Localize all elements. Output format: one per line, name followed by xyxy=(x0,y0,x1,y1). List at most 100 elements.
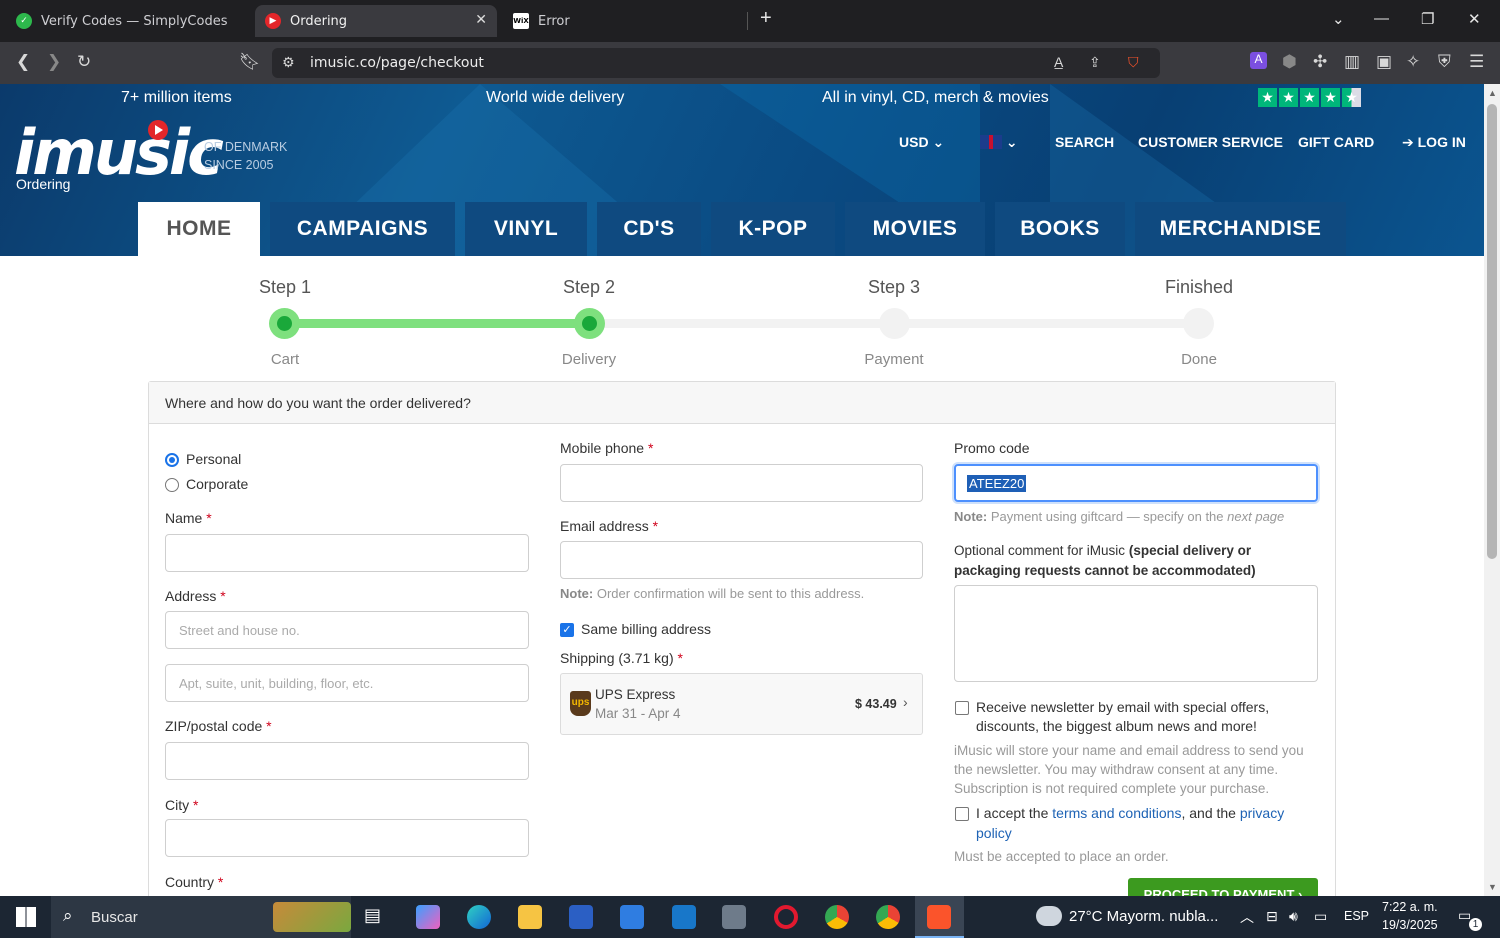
taskbar-search[interactable]: ⌕ Buscar xyxy=(51,896,351,938)
chevron-down-icon: ⌄ xyxy=(1005,134,1018,150)
back-icon[interactable]: ❮ xyxy=(16,52,30,72)
simplycodes-favicon-icon: ✓ xyxy=(16,13,32,29)
restore-icon[interactable]: ❐ xyxy=(1421,10,1434,28)
nav-tab-home[interactable]: HOME xyxy=(138,202,260,256)
personal-radio[interactable] xyxy=(165,453,179,467)
volume-icon[interactable]: 🔊︎ xyxy=(1289,908,1298,925)
currency-selector[interactable]: USD ⌄ xyxy=(899,134,944,151)
mobile-input[interactable] xyxy=(560,464,923,502)
word-icon[interactable] xyxy=(569,905,593,929)
login-link[interactable]: ➔ LOG IN xyxy=(1402,134,1466,151)
corporate-radio[interactable] xyxy=(165,478,179,492)
outlook-icon[interactable] xyxy=(672,905,696,929)
nav-tab-books[interactable]: BOOKS xyxy=(995,202,1125,256)
search-link[interactable]: SEARCH xyxy=(1055,134,1114,150)
tab-error[interactable]: WiX Error xyxy=(503,5,745,37)
clock-date[interactable]: 19/3/2025 xyxy=(1382,918,1438,932)
weather-text[interactable]: 27°C Mayorm. nubla... xyxy=(1069,908,1218,925)
network-icon[interactable]: ⊟ xyxy=(1266,908,1278,925)
wallet-icon[interactable]: ▣ xyxy=(1376,52,1392,72)
language-indicator[interactable]: ESP xyxy=(1344,909,1369,923)
terms-checkbox[interactable] xyxy=(955,807,969,821)
brave-taskbar-button[interactable] xyxy=(915,896,964,938)
task-view-icon[interactable]: ▤ xyxy=(364,905,388,929)
apt-input[interactable]: Apt, suite, unit, building, floor, etc. xyxy=(165,664,529,702)
scroll-up-icon[interactable]: ▲ xyxy=(1488,88,1497,98)
tab-search-chevron-icon[interactable]: ⌄ xyxy=(1332,10,1345,28)
forward-icon[interactable]: ❯ xyxy=(47,52,61,72)
corporate-label[interactable]: Corporate xyxy=(186,476,248,492)
language-selector[interactable]: ⌄ xyxy=(980,134,1018,151)
nav-tab-campaigns[interactable]: CAMPAIGNS xyxy=(270,202,455,256)
vpn-icon[interactable]: ⛨ xyxy=(1438,52,1451,72)
sidebar-icon[interactable]: ▥ xyxy=(1344,52,1360,72)
tab-simplycodes[interactable]: ✓ Verify Codes — SimplyCodes xyxy=(6,5,251,37)
close-tab-icon[interactable]: ✕ xyxy=(475,12,487,28)
extension-a-icon[interactable]: A xyxy=(1250,52,1267,69)
step-2-dot xyxy=(574,308,605,339)
tray-chevron-up-icon[interactable]: ︿ xyxy=(1240,907,1254,927)
extensions-puzzle-icon[interactable]: ✣ xyxy=(1313,52,1327,72)
same-billing-checkbox[interactable]: ✓ xyxy=(560,623,574,637)
step-3-label: Step 3 xyxy=(867,277,921,297)
terms-link[interactable]: terms and conditions xyxy=(1052,805,1181,821)
reload-icon[interactable]: ↻ xyxy=(77,52,91,72)
store-icon[interactable] xyxy=(620,905,644,929)
personal-label[interactable]: Personal xyxy=(186,451,241,467)
nav-tab-vinyl[interactable]: VINYL xyxy=(465,202,587,256)
nav-tab-movies[interactable]: MOVIES xyxy=(845,202,985,256)
url-text[interactable]: imusic.co/page/checkout xyxy=(310,55,484,71)
share-icon[interactable]: ⇪ xyxy=(1089,54,1101,71)
street-input[interactable]: Street and house no. xyxy=(165,611,529,649)
calculator-icon[interactable] xyxy=(722,905,746,929)
same-billing-label[interactable]: Same billing address xyxy=(581,621,711,637)
close-window-icon[interactable]: ✕ xyxy=(1468,10,1481,28)
extension-icon[interactable]: ⬢ xyxy=(1282,52,1297,72)
menu-icon[interactable]: ☰ xyxy=(1469,52,1484,72)
nav-tab-kpop[interactable]: K-POP xyxy=(711,202,835,256)
weather-icon[interactable] xyxy=(1036,906,1062,926)
zip-input[interactable] xyxy=(165,742,529,780)
email-input[interactable] xyxy=(560,541,923,579)
name-input[interactable] xyxy=(165,534,529,572)
copilot-icon[interactable] xyxy=(416,905,440,929)
windows-start-icon[interactable] xyxy=(16,907,36,927)
email-label-text: Email address xyxy=(560,518,649,534)
step-1-label: Step 1 xyxy=(258,277,312,297)
newsletter-checkbox[interactable] xyxy=(955,701,969,715)
bookmark-icon[interactable]: 🔖︎ xyxy=(239,52,261,72)
city-input[interactable] xyxy=(165,819,529,857)
search-highlight-image xyxy=(273,902,351,932)
file-explorer-icon[interactable] xyxy=(518,905,542,929)
privacy-link[interactable]: privacy xyxy=(1240,805,1284,821)
brave-shields-icon[interactable]: ⛉ xyxy=(1128,54,1139,71)
chrome-profile-2-icon[interactable] xyxy=(876,905,900,929)
new-tab-icon[interactable]: + xyxy=(760,7,772,30)
minimize-icon[interactable]: — xyxy=(1374,10,1389,27)
tab-ordering[interactable]: ▶ Ordering ✕ xyxy=(255,5,497,37)
leo-ai-icon[interactable]: ✧ xyxy=(1406,52,1420,72)
comment-textarea[interactable] xyxy=(954,585,1318,682)
privacy-link-cont[interactable]: policy xyxy=(976,825,1012,841)
star-icon: ★ xyxy=(1258,88,1277,107)
clock-time[interactable]: 7:22 a. m. xyxy=(1382,900,1438,914)
promo-note-italic: next page xyxy=(1227,509,1285,524)
chrome-profile-1-icon[interactable] xyxy=(825,905,849,929)
customer-service-link[interactable]: CUSTOMER SERVICE xyxy=(1138,134,1283,150)
scroll-down-icon[interactable]: ▼ xyxy=(1488,882,1497,892)
newsletter-label-2[interactable]: discounts, the biggest album news and mo… xyxy=(976,718,1257,734)
promo-code-input[interactable]: ATEEZ20 xyxy=(954,464,1318,502)
nav-tab-cds[interactable]: CD'S xyxy=(597,202,701,256)
page-scrollbar[interactable]: ▲ ▼ xyxy=(1484,84,1500,896)
opera-icon[interactable] xyxy=(774,905,798,929)
shipping-option-ups[interactable]: ups UPS Express Mar 31 - Apr 4 $ 43.49 › xyxy=(560,673,923,735)
scroll-thumb[interactable] xyxy=(1487,104,1497,559)
gift-card-link[interactable]: GIFT CARD xyxy=(1298,134,1374,150)
edge-icon[interactable] xyxy=(467,905,491,929)
translate-icon[interactable]: A̲ xyxy=(1054,54,1063,70)
newsletter-label-1[interactable]: Receive newsletter by email with special… xyxy=(976,699,1269,715)
display-icon[interactable]: ▭ xyxy=(1314,908,1327,925)
address-bar[interactable]: ⚙ imusic.co/page/checkout A̲ ⇪ ⛉ xyxy=(272,48,1160,78)
site-info-icon[interactable]: ⚙ xyxy=(282,54,295,71)
nav-tab-merchandise[interactable]: MERCHANDISE xyxy=(1135,202,1346,256)
